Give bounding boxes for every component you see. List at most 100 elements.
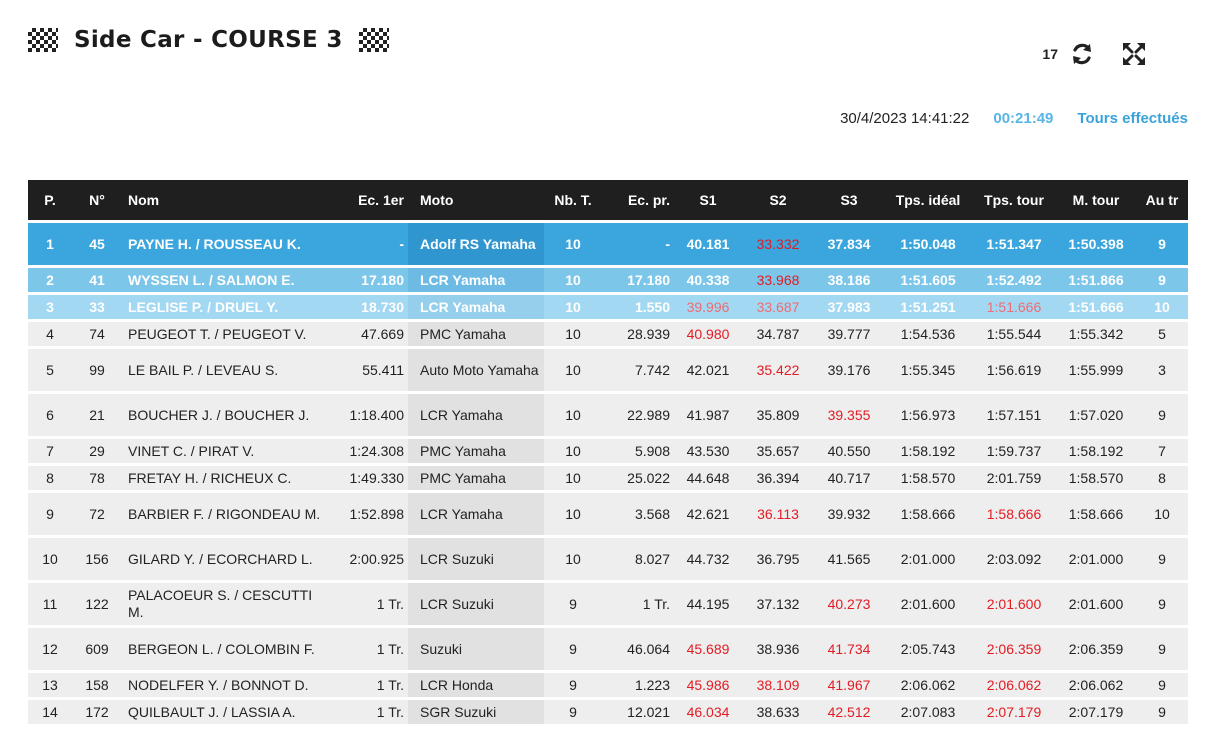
col-header[interactable]: Moto: [408, 180, 544, 220]
cell-ec1: 1:24.308: [332, 439, 408, 463]
cell-ecpr: 1.550: [602, 295, 674, 319]
cell-s3: 38.186: [814, 268, 884, 292]
col-header[interactable]: Nom: [122, 180, 332, 220]
cell-moto: LCR Yamaha: [408, 268, 544, 292]
cell-s3: 39.355: [814, 394, 884, 436]
cell-ideal: 1:56.973: [884, 394, 972, 436]
cell-s1: 42.021: [674, 349, 742, 391]
cell-ec1: 47.669: [332, 322, 408, 346]
cell-s3: 40.273: [814, 583, 884, 625]
cell-tour: 1:55.544: [972, 322, 1056, 346]
cell-ecpr: 1.223: [602, 673, 674, 697]
cell-mtour: 1:55.999: [1056, 349, 1136, 391]
refresh-countdown: 17: [1042, 46, 1058, 62]
cell-ec1: 1:49.330: [332, 466, 408, 490]
cell-nbt: 10: [544, 493, 602, 535]
cell-s2: 36.795: [742, 538, 814, 580]
cell-s3: 41.734: [814, 628, 884, 670]
cell-s3: 42.512: [814, 700, 884, 724]
results-body: 1 45 PAYNE H. / ROUSSEAU K. - Adolf RS Yamah…: [28, 223, 1188, 724]
table-row[interactable]: 4 74 PEUGEOT T. / PEUGEOT V. 47.669 PMC Yama…: [28, 322, 1188, 346]
cell-s3: 37.983: [814, 295, 884, 319]
col-header[interactable]: S3: [814, 180, 884, 220]
cell-nom: LE BAIL P. / LEVEAU S.: [122, 349, 332, 391]
col-header[interactable]: Nb. T.: [544, 180, 602, 220]
cell-p: 1: [28, 223, 72, 265]
table-row[interactable]: 14 172 QUILBAULT J. / LASSIA A. 1 Tr. SGR Su…: [28, 700, 1188, 724]
col-header[interactable]: S1: [674, 180, 742, 220]
cell-nbt: 10: [544, 439, 602, 463]
cell-ec1: 17.180: [332, 268, 408, 292]
cell-moto: LCR Suzuki: [408, 538, 544, 580]
cell-ecpr: 46.064: [602, 628, 674, 670]
cell-nom: NODELFER Y. / BONNOT D.: [122, 673, 332, 697]
cell-p: 8: [28, 466, 72, 490]
cell-s2: 33.687: [742, 295, 814, 319]
table-row[interactable]: 2 41 WYSSEN L. / SALMON E. 17.180 LCR Yamaha…: [28, 268, 1188, 292]
cell-p: 11: [28, 583, 72, 625]
table-row[interactable]: 7 29 VINET C. / PIRAT V. 1:24.308 PMC Yamaha…: [28, 439, 1188, 463]
col-header[interactable]: Ec. pr.: [602, 180, 674, 220]
table-row[interactable]: 11 122 PALACOEUR S. / CESCUTTI M. 1 Tr. LCR …: [28, 583, 1188, 625]
col-header[interactable]: Tps. tour: [972, 180, 1056, 220]
cell-mtour: 1:50.398: [1056, 223, 1136, 265]
cell-ecpr: 22.989: [602, 394, 674, 436]
fullscreen-icon[interactable]: [1120, 40, 1148, 68]
laps-done-link[interactable]: Tours effectués: [1077, 110, 1188, 127]
cell-mtour: 1:51.666: [1056, 295, 1136, 319]
refresh-icon[interactable]: [1068, 40, 1096, 68]
cell-nom: PALACOEUR S. / CESCUTTI M.: [122, 583, 332, 625]
cell-nbt: 10: [544, 295, 602, 319]
cell-ec1: 1:52.898: [332, 493, 408, 535]
cell-p: 7: [28, 439, 72, 463]
cell-autr: 9: [1136, 628, 1188, 670]
cell-tour: 1:51.347: [972, 223, 1056, 265]
table-row[interactable]: 9 72 BARBIER F. / RIGONDEAU M. 1:52.898 LCR …: [28, 493, 1188, 535]
col-header[interactable]: P.: [28, 180, 72, 220]
table-row[interactable]: 13 158 NODELFER Y. / BONNOT D. 1 Tr. LCR Hon…: [28, 673, 1188, 697]
cell-nbt: 10: [544, 322, 602, 346]
cell-s1: 45.986: [674, 673, 742, 697]
page-header: Side Car - COURSE 3: [28, 24, 389, 56]
cell-s2: 35.422: [742, 349, 814, 391]
cell-p: 12: [28, 628, 72, 670]
col-header[interactable]: Ec. 1er: [332, 180, 408, 220]
table-row[interactable]: 3 33 LEGLISE P. / DRUEL Y. 18.730 LCR Yamaha…: [28, 295, 1188, 319]
col-header[interactable]: Au tr: [1136, 180, 1188, 220]
table-row[interactable]: 5 99 LE BAIL P. / LEVEAU S. 55.411 Auto Moto…: [28, 349, 1188, 391]
table-row[interactable]: 6 21 BOUCHER J. / BOUCHER J. 1:18.400 LCR Ya…: [28, 394, 1188, 436]
cell-moto: LCR Honda: [408, 673, 544, 697]
cell-ideal: 1:50.048: [884, 223, 972, 265]
cell-n: 45: [72, 223, 122, 265]
cell-ec1: 55.411: [332, 349, 408, 391]
page-title: Side Car - COURSE 3: [74, 27, 343, 53]
cell-s2: 38.109: [742, 673, 814, 697]
cell-ideal: 1:51.251: [884, 295, 972, 319]
cell-ec1: 18.730: [332, 295, 408, 319]
table-row[interactable]: 10 156 GILARD Y. / ECORCHARD L. 2:00.925 LCR…: [28, 538, 1188, 580]
cell-autr: 10: [1136, 295, 1188, 319]
cell-tour: 1:56.619: [972, 349, 1056, 391]
col-header[interactable]: N°: [72, 180, 122, 220]
cell-ec1: 1 Tr.: [332, 673, 408, 697]
col-header[interactable]: M. tour: [1056, 180, 1136, 220]
cell-ecpr: 12.021: [602, 700, 674, 724]
col-header[interactable]: S2: [742, 180, 814, 220]
table-row[interactable]: 12 609 BERGEON L. / COLOMBIN F. 1 Tr. Suzuki…: [28, 628, 1188, 670]
cell-p: 14: [28, 700, 72, 724]
col-header[interactable]: Tps. idéal: [884, 180, 972, 220]
cell-mtour: 2:06.062: [1056, 673, 1136, 697]
cell-s1: 40.181: [674, 223, 742, 265]
cell-nbt: 10: [544, 349, 602, 391]
cell-p: 5: [28, 349, 72, 391]
cell-s1: 44.195: [674, 583, 742, 625]
cell-ec1: 2:00.925: [332, 538, 408, 580]
table-row[interactable]: 8 78 FRETAY H. / RICHEUX C. 1:49.330 PMC Yam…: [28, 466, 1188, 490]
cell-ecpr: 7.742: [602, 349, 674, 391]
cell-s2: 37.132: [742, 583, 814, 625]
cell-mtour: 1:58.192: [1056, 439, 1136, 463]
cell-autr: 9: [1136, 673, 1188, 697]
toolbar: 17: [1042, 40, 1148, 68]
cell-n: 41: [72, 268, 122, 292]
table-row[interactable]: 1 45 PAYNE H. / ROUSSEAU K. - Adolf RS Yamah…: [28, 223, 1188, 265]
